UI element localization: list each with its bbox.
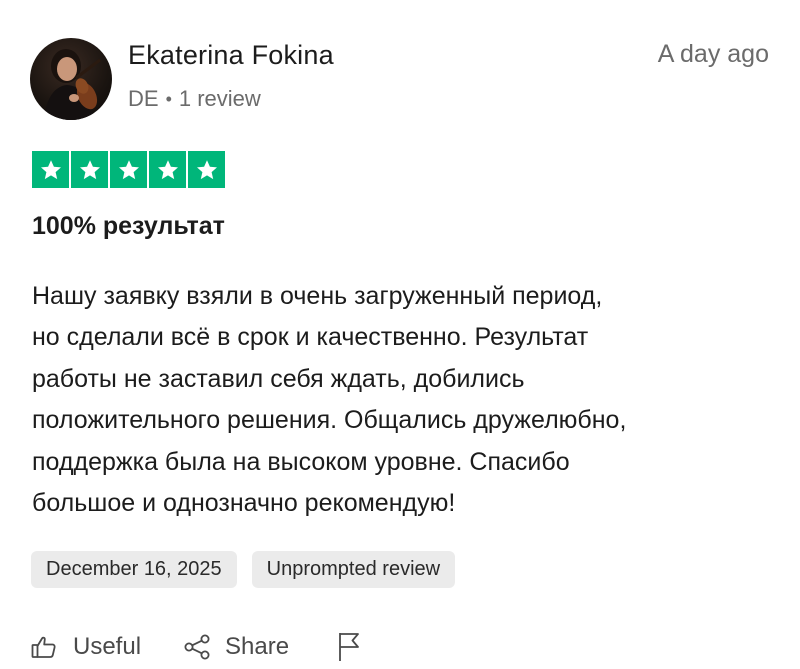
review-actions: Useful Share	[31, 632, 361, 662]
share-label: Share	[225, 633, 290, 660]
report-button[interactable]	[337, 632, 361, 662]
review-body-line: но сделали всё в срок и качественно. Рез…	[32, 323, 589, 352]
share-button[interactable]: Share	[183, 633, 289, 661]
star-icon	[71, 151, 108, 188]
reviewer-name[interactable]: Ekaterina Fokina	[128, 40, 334, 71]
star-icon	[188, 151, 225, 188]
star-rating	[32, 151, 225, 188]
reviewer-review-count: 1 review	[178, 86, 261, 111]
share-icon	[183, 634, 211, 660]
reviewer-meta: DE • 1 review	[128, 86, 261, 112]
review-body-line: положительного решения. Общались дружелю…	[32, 406, 627, 435]
unprompted-review-tag[interactable]: Unprompted review	[251, 551, 456, 588]
reviewer-country: DE	[128, 86, 159, 111]
review-body-line: работы не заставил себя ждать, добились	[32, 364, 525, 393]
review-body-line: Нашу заявку взяли в очень загруженный пе…	[32, 282, 603, 310]
review-body-line: поддержка была на высоком уровне. Спасиб…	[32, 447, 570, 476]
review-time-ago: A day ago	[657, 40, 769, 68]
meta-separator: •	[165, 88, 172, 109]
review-body: Нашу заявку взяли в очень загруженный пе…	[32, 276, 772, 524]
review-body-line: большое и однозначно рекомендую!	[32, 489, 456, 518]
review-card: Ekaterina Fokina DE • 1 review A day ago…	[0, 0, 800, 669]
date-tag: December 16, 2025	[31, 551, 237, 588]
useful-label: Useful	[73, 633, 142, 660]
useful-button[interactable]: Useful	[31, 633, 141, 661]
review-title: 100% результат	[32, 212, 225, 240]
star-icon	[32, 151, 69, 188]
thumbs-up-icon	[31, 635, 57, 659]
flag-icon	[337, 632, 361, 662]
avatar[interactable]	[30, 38, 112, 120]
review-tags: December 16, 2025 Unprompted review	[31, 551, 456, 588]
star-icon	[110, 151, 147, 188]
star-icon	[149, 151, 186, 188]
